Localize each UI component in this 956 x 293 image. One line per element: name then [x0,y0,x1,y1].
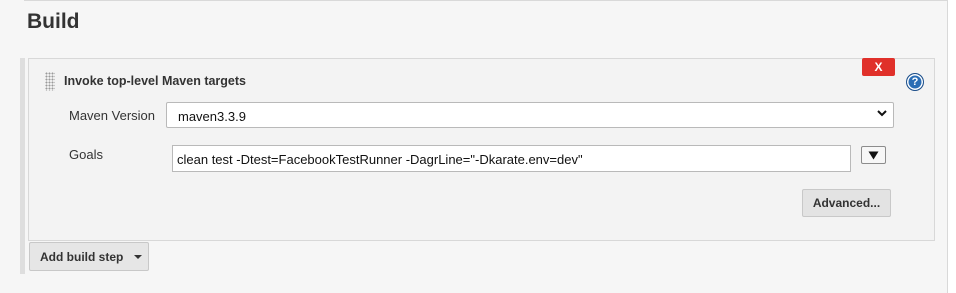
section-title: Build [27,10,80,33]
expand-goals-button[interactable] [861,146,886,164]
delete-step-button[interactable]: X [862,58,895,76]
add-build-step-label: Add build step [40,250,124,264]
drag-handle-icon[interactable] [45,72,55,91]
build-steps-container: Invoke top-level Maven targets X ? Maven… [20,58,937,274]
caret-down-icon [134,255,142,259]
help-icon[interactable]: ? [906,73,924,91]
advanced-button[interactable]: Advanced... [802,189,891,217]
advanced-button-label: Advanced... [812,196,881,210]
step-title: Invoke top-level Maven targets [64,74,247,88]
build-section: Build Invoke top-level Maven targets X ?… [0,0,948,293]
maven-build-step: Invoke top-level Maven targets X ? Maven… [28,58,935,241]
triangle-down-icon [868,151,879,159]
chevron-down-icon [877,110,887,117]
goals-input[interactable]: clean test -Dtest=FacebookTestRunner -Da… [172,145,851,172]
goals-label: Goals [69,147,103,162]
maven-version-select[interactable]: maven3.3.9 [166,102,894,128]
maven-version-value: maven3.3.9 [178,109,246,124]
section-divider [24,0,947,1]
help-icon-label: ? [911,76,919,88]
maven-version-label: Maven Version [69,108,155,123]
add-build-step-button[interactable]: Add build step [29,242,149,271]
goals-value: clean test -Dtest=FacebookTestRunner -Da… [177,152,583,167]
delete-step-label: X [874,60,883,74]
